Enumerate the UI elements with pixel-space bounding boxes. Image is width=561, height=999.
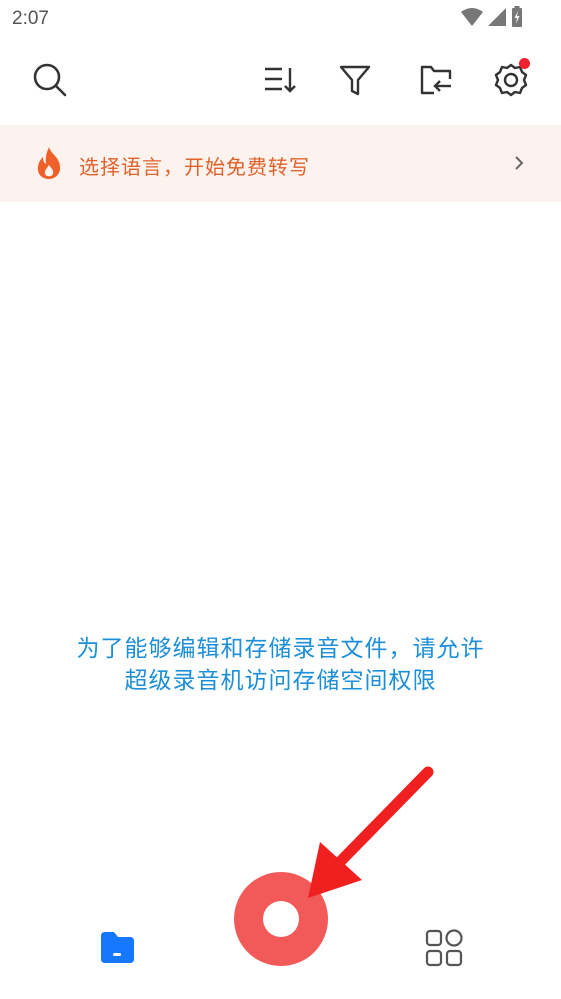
battery-icon (512, 6, 522, 27)
top-toolbar (0, 40, 561, 124)
permission-line-1: 为了能够编辑和存储录音文件，请允许 (76, 636, 485, 662)
notification-dot (519, 58, 530, 69)
wifi-icon (461, 8, 483, 26)
sort-button[interactable] (258, 58, 302, 102)
bottom-nav (0, 872, 561, 999)
filter-button[interactable] (333, 58, 377, 102)
fire-icon (37, 147, 61, 179)
permission-line-2: 超级录音机访问存储空间权限 (124, 668, 437, 694)
signal-icon (488, 8, 506, 26)
filter-icon (339, 65, 371, 96)
language-banner[interactable]: 选择语言，开始免费转写 (0, 125, 561, 202)
banner-text: 选择语言，开始免费转写 (79, 155, 310, 179)
record-button[interactable] (234, 872, 328, 966)
search-icon (33, 63, 67, 97)
import-folder-button[interactable] (414, 58, 458, 102)
folder-files-icon[interactable] (96, 928, 138, 966)
search-button[interactable] (28, 58, 72, 102)
settings-button[interactable] (489, 58, 533, 102)
status-icons (461, 6, 523, 28)
status-bar: 2:07 (0, 0, 561, 40)
storage-permission-message[interactable]: 为了能够编辑和存储录音文件，请允许 超级录音机访问存储空间权限 (20, 633, 541, 697)
apps-grid-icon[interactable] (424, 928, 464, 968)
sort-icon (265, 67, 296, 93)
status-time: 2:07 (12, 8, 49, 29)
folder-import-icon (420, 65, 452, 95)
chevron-right-icon (515, 156, 524, 170)
record-button-dot (263, 901, 299, 937)
